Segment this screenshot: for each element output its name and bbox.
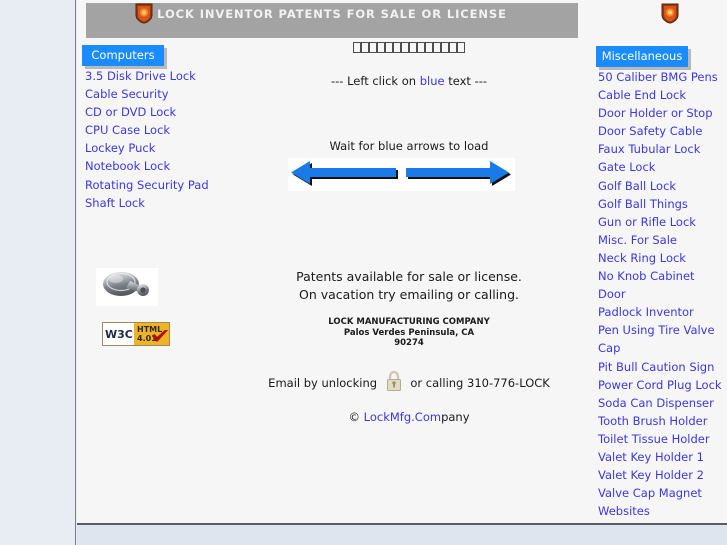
left-nav-link-3[interactable]: CPU Case Lock xyxy=(85,121,220,139)
missing-glyph-box xyxy=(457,42,465,53)
missing-glyph-box xyxy=(449,42,457,53)
checkmark-icon xyxy=(152,330,168,342)
missing-glyph-box xyxy=(361,42,369,53)
copyright-tail: pany xyxy=(441,410,470,424)
left-nav-link-6[interactable]: Rotating Security Pad xyxy=(85,176,220,194)
missing-glyph-box xyxy=(425,42,433,53)
right-nav-link-3[interactable]: Door Safety Cable xyxy=(598,122,723,140)
metallic-lock-image xyxy=(96,268,158,306)
page-root: LOCK INVENTOR PATENTS FOR SALE OR LICENS… xyxy=(0,0,727,545)
email-prefix-text: Email by unlocking xyxy=(268,376,378,390)
left-nav-link-2[interactable]: CD or DVD Lock xyxy=(85,103,220,121)
padlock-icon[interactable] xyxy=(384,370,404,395)
right-nav-link-5[interactable]: Gate Lock xyxy=(598,158,723,176)
email-suffix-text: or calling 310-776-LOCK xyxy=(410,376,550,390)
left-nav-link-5[interactable]: Notebook Lock xyxy=(85,157,220,175)
right-nav-link-6[interactable]: Golf Ball Lock xyxy=(598,177,723,195)
company-zip: 90274 xyxy=(394,338,424,348)
patents-availability-text: Patents available for sale or license. O… xyxy=(163,268,655,304)
right-nav-link-8[interactable]: Gun or Rifle Lock xyxy=(598,213,723,231)
missing-glyph-box xyxy=(393,42,401,53)
w3c-html-label: HTML 4.01 xyxy=(134,323,169,345)
missing-glyph-box xyxy=(353,42,361,53)
center-column: --- Left click on blue text --- xyxy=(163,70,655,88)
missing-glyph-box xyxy=(441,42,449,53)
missing-glyph-box xyxy=(433,42,441,53)
missing-glyph-box xyxy=(409,42,417,53)
click-hint: --- Left click on blue text --- xyxy=(163,74,655,88)
patents-line-1: Patents available for sale or license. xyxy=(296,269,522,284)
missing-glyph-box xyxy=(385,42,393,53)
click-hint-blue-word: blue xyxy=(419,74,445,88)
patents-line-2: On vacation try emailing or calling. xyxy=(299,287,519,302)
shield-icon xyxy=(135,3,153,24)
company-name: LOCK MANUFACTURING COMPANY xyxy=(328,317,490,327)
copyright-symbol: © xyxy=(348,410,364,424)
right-nav-link-21[interactable]: Valve Cap Magnet xyxy=(598,484,723,502)
right-nav-link-20[interactable]: Valet Key Holder 2 xyxy=(598,466,723,484)
header-banner: LOCK INVENTOR PATENTS FOR SALE OR LICENS… xyxy=(86,3,578,38)
page-title: LOCK INVENTOR PATENTS FOR SALE OR LICENS… xyxy=(157,7,507,21)
right-nav-link-10[interactable]: Neck Ring Lock xyxy=(598,249,723,267)
copyright-link[interactable]: LockMfg.Com xyxy=(364,410,441,424)
wait-for-arrows-text: Wait for blue arrows to load xyxy=(329,139,489,153)
w3c-validation-badge[interactable]: W3C HTML 4.01 xyxy=(102,322,170,346)
missing-glyph-box xyxy=(417,42,425,53)
right-nav-link-9[interactable]: Misc. For Sale xyxy=(598,231,723,249)
click-hint-prefix: --- Left click on xyxy=(330,74,420,88)
right-nav-link-19[interactable]: Valet Key Holder 1 xyxy=(598,448,723,466)
missing-glyph-box xyxy=(377,42,385,53)
left-gutter xyxy=(0,0,76,545)
bottom-strip xyxy=(77,525,727,545)
company-city: Palos Verdes Peninsula, CA xyxy=(343,327,475,338)
right-nav-link-7[interactable]: Golf Ball Things xyxy=(598,195,723,213)
email-contact-line: Email by unlocking or calling 310-776-LO… xyxy=(163,370,655,395)
right-nav-link-18[interactable]: Toilet Tissue Holder xyxy=(598,430,723,448)
right-nav-link-1[interactable]: Cable End Lock xyxy=(598,86,723,104)
shield-icon xyxy=(661,3,679,24)
company-address: LOCK MANUFACTURING COMPANY Palos Verdes … xyxy=(163,317,655,349)
svg-text:W3C: W3C xyxy=(105,328,133,341)
right-nav-link-2[interactable]: Door Holder or Stop xyxy=(598,104,723,122)
right-nav-link-22[interactable]: Websites xyxy=(598,502,723,520)
nav-button-computers[interactable]: Computers xyxy=(82,45,164,66)
missing-glyph-row xyxy=(163,40,655,55)
left-nav-link-7[interactable]: Shaft Lock xyxy=(85,194,220,212)
copyright-line: © LockMfg.Company xyxy=(163,410,655,424)
missing-glyph-box xyxy=(369,42,377,53)
nav-button-miscellaneous[interactable]: Miscellaneous xyxy=(596,46,688,67)
missing-glyph-box xyxy=(401,42,409,53)
click-hint-suffix: text --- xyxy=(444,74,488,88)
blue-arrows-image xyxy=(288,158,515,191)
w3c-logo: W3C xyxy=(103,323,134,345)
